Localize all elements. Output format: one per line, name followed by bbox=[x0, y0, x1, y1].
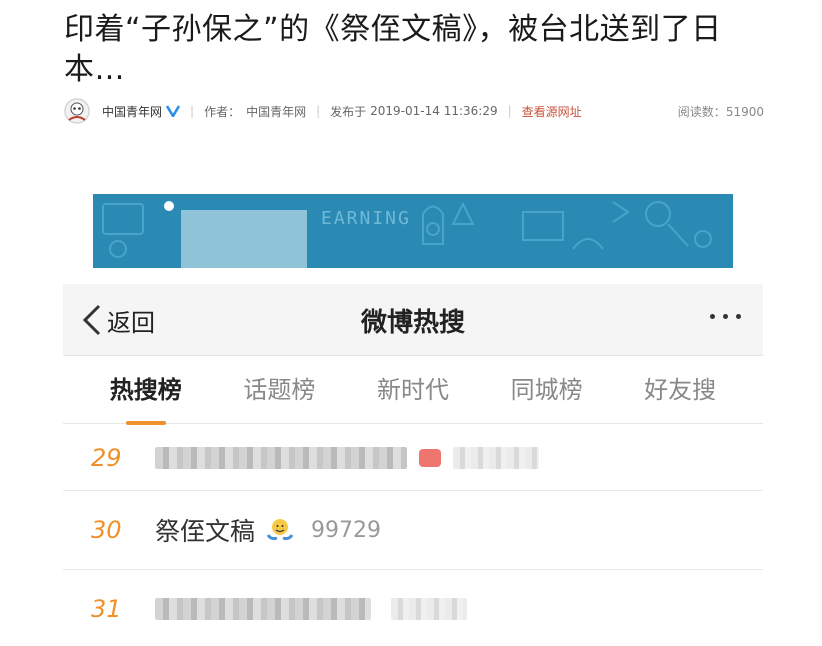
tab-label: 新时代 bbox=[376, 376, 449, 404]
article-meta: 中国青年网 | 作者： 中国青年网 | 发布于 2019-01-14 11:36… bbox=[64, 98, 764, 124]
list-item[interactable]: 31 bbox=[63, 570, 763, 646]
blurred-heart-icon bbox=[419, 448, 441, 467]
ellipsis-icon bbox=[723, 314, 728, 319]
rank-number: 30 bbox=[91, 516, 122, 544]
published-label: 发布于 bbox=[330, 104, 367, 119]
divider: | bbox=[507, 104, 512, 118]
tab-label: 同城榜 bbox=[510, 376, 583, 404]
read-count-label: 阅读数： bbox=[677, 104, 726, 119]
divider: | bbox=[316, 104, 321, 118]
ellipsis-icon bbox=[710, 314, 715, 319]
blurred-topic bbox=[155, 598, 371, 620]
tab-bar: 热搜榜 话题榜 新时代 同城榜 好友搜 bbox=[63, 356, 763, 425]
source-name[interactable]: 中国青年网 bbox=[102, 103, 162, 120]
tab-label: 好友搜 bbox=[644, 376, 717, 404]
nav-bar: 返回 微博热搜 bbox=[63, 284, 763, 356]
topic-text: 祭侄文稿 bbox=[155, 517, 256, 546]
list-item[interactable]: 30 祭侄文稿 99729 bbox=[63, 491, 763, 570]
banner-image-block bbox=[181, 210, 307, 268]
banner-text: EARNING bbox=[321, 208, 411, 229]
rank-number: 31 bbox=[91, 595, 122, 623]
page-title: 微博热搜 bbox=[360, 308, 465, 338]
author-label: 作者： bbox=[204, 104, 241, 119]
avatar-face-icon bbox=[64, 98, 90, 124]
tab-label: 话题榜 bbox=[243, 376, 316, 404]
list-item[interactable]: 29 bbox=[63, 425, 763, 491]
ellipsis-icon bbox=[736, 314, 741, 319]
article-title: 印着“子孙保之”的《祭侄文稿》，被台北送到了日本… bbox=[64, 12, 722, 87]
tab-hot-search[interactable]: 热搜榜 bbox=[109, 370, 182, 425]
divider: | bbox=[190, 104, 195, 118]
read-count-value: 51900 bbox=[725, 104, 764, 119]
read-count: 阅读数：51900 bbox=[678, 103, 764, 120]
blurred-hot-count bbox=[391, 598, 467, 620]
view-source-link[interactable]: 查看源网址 bbox=[522, 103, 582, 120]
hot-count: 99729 bbox=[311, 517, 382, 543]
source-avatar[interactable] bbox=[64, 98, 90, 124]
banner-dot bbox=[164, 201, 174, 211]
blurred-topic bbox=[155, 446, 407, 469]
tab-topics[interactable]: 话题榜 bbox=[243, 370, 315, 409]
rank-number: 29 bbox=[91, 443, 122, 472]
tab-label: 热搜榜 bbox=[109, 376, 182, 404]
blurred-hot-count bbox=[453, 446, 539, 469]
tab-local[interactable]: 同城榜 bbox=[511, 370, 583, 409]
tab-new-era[interactable]: 新时代 bbox=[377, 370, 449, 409]
verified-v-icon bbox=[166, 105, 181, 117]
shrug-emoji-icon bbox=[265, 515, 295, 545]
weibo-hot-search-screenshot: 返回 微博热搜 热搜榜 话题榜 新时代 同城榜 好友搜 29 30 祭侄文稿 9… bbox=[63, 284, 763, 646]
decorative-banner: EARNING bbox=[93, 194, 733, 268]
more-options-button[interactable] bbox=[710, 314, 741, 319]
author-name: 中国青年网 bbox=[246, 104, 307, 119]
tab-friends[interactable]: 好友搜 bbox=[644, 370, 716, 409]
published-time: 2019-01-14 11:36:29 bbox=[370, 104, 498, 118]
